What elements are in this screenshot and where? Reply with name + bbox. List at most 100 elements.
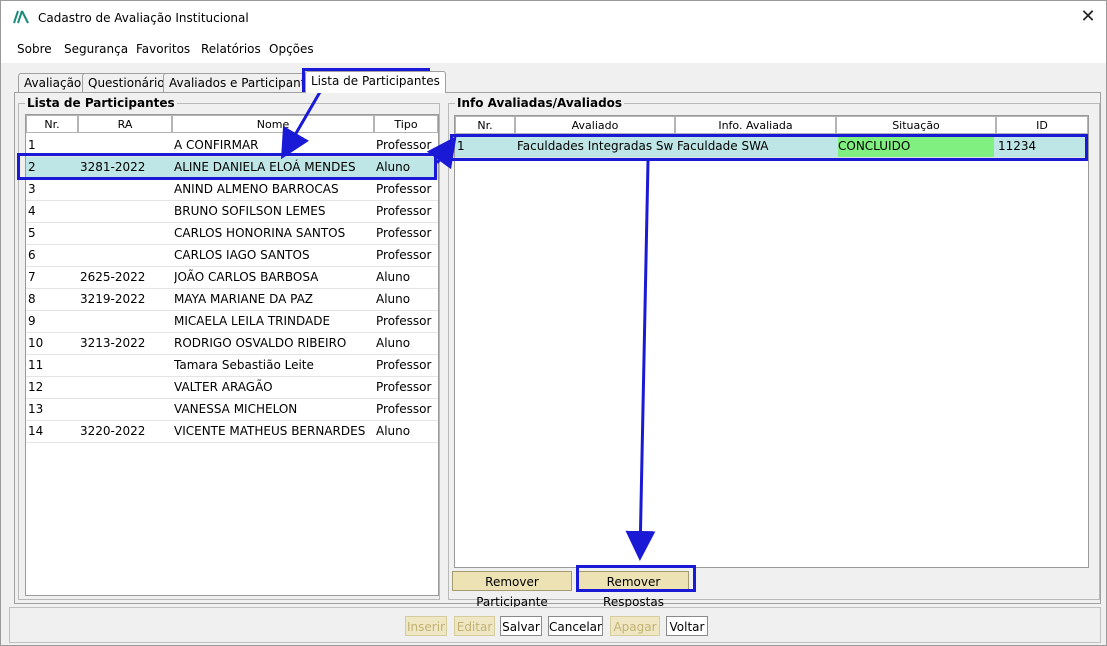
- remove-participant-button[interactable]: Remover Participante: [452, 571, 572, 609]
- cell-nr: 1: [457, 139, 465, 153]
- participant-row[interactable]: 3 ANIND ALMENO BARROCAS Professor: [26, 179, 438, 201]
- participant-row[interactable]: 10 3213-2022 RODRIGO OSVALDO RIBEIRO Aluno: [26, 333, 438, 355]
- info-grid[interactable]: Nr. Avaliado Info. Avaliada Situação ID …: [454, 115, 1089, 568]
- cell-tipo: Professor: [376, 358, 432, 372]
- cell-nr: 12: [28, 380, 44, 394]
- menu-favoritos[interactable]: Favoritos: [136, 42, 190, 56]
- close-icon[interactable]: ✕: [1080, 8, 1096, 26]
- cell-nr: 3: [28, 182, 36, 196]
- cell-tipo: Aluno: [376, 270, 411, 284]
- col-header-tipo[interactable]: Tipo: [374, 115, 438, 133]
- tab-lista-participantes[interactable]: Lista de Participantes: [305, 71, 446, 93]
- participant-row[interactable]: 8 3219-2022 MAYA MARIANE DA PAZ Aluno: [26, 289, 438, 311]
- cell-nome: MAYA MARIANE DA PAZ: [174, 292, 314, 306]
- tab-panel: Lista de Participantes Nr. RA Nome Tipo …: [14, 92, 1101, 609]
- cell-ra: [80, 377, 170, 398]
- info-group-label: Info Avaliadas/Avaliados: [455, 96, 625, 110]
- bottom-toolbar: Inserir Editar Salvar Cancelar Apagar Vo…: [9, 607, 1101, 643]
- back-button[interactable]: Voltar: [666, 616, 708, 636]
- cell-nr: 11: [28, 358, 44, 372]
- cancel-button[interactable]: Cancelar: [548, 616, 603, 636]
- app-logo-icon: [13, 10, 31, 24]
- cell-ra: [80, 245, 170, 266]
- col-header-nr[interactable]: Nr.: [26, 115, 78, 133]
- cell-nome: CARLOS IAGO SANTOS: [174, 248, 310, 262]
- participant-row[interactable]: 4 BRUNO SOFILSON LEMES Professor: [26, 201, 438, 223]
- cell-avaliado: Faculdades Integradas Swa: [517, 139, 673, 153]
- participant-row[interactable]: 6 CARLOS IAGO SANTOS Professor: [26, 245, 438, 267]
- cell-nome: VANESSA MICHELON: [174, 402, 298, 416]
- insert-button[interactable]: Inserir: [405, 616, 447, 636]
- cell-tipo: Aluno: [376, 292, 411, 306]
- cell-nome: RODRIGO OSVALDO RIBEIRO: [174, 336, 347, 350]
- cell-ra: 3281-2022: [80, 160, 146, 174]
- window-title: Cadastro de Avaliação Institucional: [38, 11, 249, 25]
- participant-row[interactable]: 13 VANESSA MICHELON Professor: [26, 399, 438, 421]
- app-window: Cadastro de Avaliação Institucional ✕ So…: [0, 0, 1107, 646]
- cell-nr: 4: [28, 204, 36, 218]
- participant-row[interactable]: 11 Tamara Sebastião Leite Professor: [26, 355, 438, 377]
- cell-nr: 1: [28, 138, 36, 152]
- cell-nr: 5: [28, 226, 36, 240]
- participant-row[interactable]: 2 3281-2022 ALINE DANIELA ELOÁ MENDES Aluno: [26, 157, 438, 179]
- participants-grid[interactable]: Nr. RA Nome Tipo 1 A CONFIRMAR Professor 2 3…: [25, 114, 439, 596]
- cell-ra: [80, 135, 170, 156]
- cell-ra: [80, 179, 170, 200]
- cell-tipo: Aluno: [376, 160, 411, 174]
- participant-row[interactable]: 9 MICAELA LEILA TRINDADE Professor: [26, 311, 438, 333]
- edit-button[interactable]: Editar: [454, 616, 495, 636]
- col-header-nome[interactable]: Nome: [172, 115, 374, 133]
- col-header-situacao[interactable]: Situação: [836, 116, 996, 134]
- cell-situacao: CONCLUIDO: [838, 136, 994, 157]
- participant-row[interactable]: 1 A CONFIRMAR Professor: [26, 135, 438, 157]
- remove-participant-label: Remover Participante: [476, 575, 548, 609]
- delete-button[interactable]: Apagar: [610, 616, 660, 636]
- save-button[interactable]: Salvar: [500, 616, 542, 636]
- cell-nr: 10: [28, 336, 44, 350]
- cell-nr: 2: [28, 160, 36, 174]
- cell-tipo: Professor: [376, 248, 432, 262]
- cell-ra: [80, 355, 170, 376]
- info-group: Info Avaliadas/Avaliados Nr. Avaliado In…: [448, 96, 1100, 609]
- cell-nome: CARLOS HONORINA SANTOS: [174, 226, 346, 240]
- menu-sobre[interactable]: Sobre: [17, 42, 52, 56]
- cell-tipo: Aluno: [376, 336, 411, 350]
- cell-ra: 2625-2022: [80, 270, 146, 284]
- col-header-avaliado[interactable]: Avaliado: [515, 116, 675, 134]
- col-header-id[interactable]: ID: [996, 116, 1088, 134]
- cell-ra: [80, 223, 170, 244]
- participant-row[interactable]: 12 VALTER ARAGÃO Professor: [26, 377, 438, 399]
- cell-ra: 3220-2022: [80, 424, 146, 438]
- menu-relatorios[interactable]: Relatórios: [201, 42, 261, 56]
- participant-row[interactable]: 5 CARLOS HONORINA SANTOS Professor: [26, 223, 438, 245]
- tab-avaliacao[interactable]: Avaliação: [18, 73, 88, 92]
- cell-nome: BRUNO SOFILSON LEMES: [174, 204, 326, 218]
- col-header-ra[interactable]: RA: [78, 115, 172, 133]
- tab-questionario[interactable]: Questionário: [82, 73, 171, 92]
- cell-nome: MICAELA LEILA TRINDADE: [174, 314, 331, 328]
- cell-tipo: Professor: [376, 138, 432, 152]
- cell-nome: ALINE DANIELA ELOÁ MENDES: [174, 160, 356, 174]
- cell-nome: ANIND ALMENO BARROCAS: [174, 182, 339, 196]
- participant-row[interactable]: 14 3220-2022 VICENTE MATHEUS BERNARDES Alun…: [26, 421, 438, 443]
- cell-id: 11234: [998, 139, 1037, 153]
- remove-answers-label: Remover Respostas: [603, 575, 664, 609]
- col-header-info-avaliada[interactable]: Info. Avaliada: [675, 116, 836, 134]
- tab-avaliados-participantes[interactable]: Avaliados e Participantes: [163, 73, 326, 92]
- cell-nome: Tamara Sebastião Leite: [174, 358, 314, 372]
- cell-nr: 14: [28, 424, 44, 438]
- remove-answers-button[interactable]: Remover Respostas: [578, 571, 689, 609]
- info-row[interactable]: 1 Faculdades Integradas Swa Faculdade SWA C…: [455, 136, 1088, 158]
- participant-row[interactable]: 7 2625-2022 JOÃO CARLOS BARBOSA Aluno: [26, 267, 438, 289]
- cell-ra: 3219-2022: [80, 292, 146, 306]
- cell-nome: JOÃO CARLOS BARBOSA: [174, 270, 319, 284]
- col-header-nr[interactable]: Nr.: [455, 116, 515, 134]
- menu-opcoes[interactable]: Opções: [269, 42, 314, 56]
- menu-seguranca[interactable]: Segurança: [64, 42, 128, 56]
- title-bar: Cadastro de Avaliação Institucional ✕: [1, 1, 1106, 35]
- cell-tipo: Professor: [376, 226, 432, 240]
- cell-nr: 13: [28, 402, 44, 416]
- cell-ra: [80, 311, 170, 332]
- cell-nr: 6: [28, 248, 36, 262]
- cell-ra: [80, 399, 170, 420]
